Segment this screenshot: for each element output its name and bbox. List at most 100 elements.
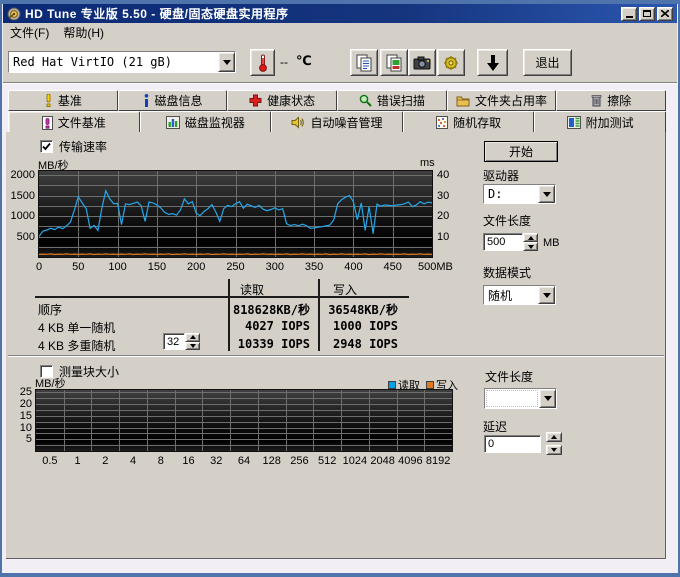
minimize-icon <box>626 16 633 18</box>
tab-benchmark[interactable]: 基准 <box>8 90 118 111</box>
axis-tick-label: 4096 <box>395 455 425 467</box>
chevron-down-icon <box>223 60 231 65</box>
chevron-down-icon <box>543 293 551 298</box>
file-length-spinner[interactable]: 500 <box>483 233 538 251</box>
tab-erase[interactable]: 擦除 <box>556 90 666 111</box>
exit-button[interactable]: 退出 <box>523 49 572 76</box>
close-icon <box>661 10 669 17</box>
drive-select-value: Red Hat VirtIO (21 gB) <box>9 52 218 72</box>
axis-tick-label: 20 <box>10 398 32 410</box>
axis-tick-label: 1000 <box>7 210 35 222</box>
queue-depth-spinner[interactable]: 32 <box>163 333 200 350</box>
delay-label: 延迟 <box>483 418 507 435</box>
axis-tick-label: 1500 <box>7 190 35 202</box>
axis-tick-label: 5 <box>10 433 32 445</box>
axis-tick-label: 30 <box>437 190 449 202</box>
file-length-unit: MB <box>543 237 560 249</box>
spin-up-icon <box>528 236 534 240</box>
start-button[interactable]: 开始 <box>484 141 558 162</box>
tab-row-front: 文件基准 磁盘监视器 自动噪音管理 随机 <box>8 111 666 133</box>
temperature-button[interactable] <box>250 49 275 76</box>
file-length-up-button[interactable] <box>523 233 538 242</box>
screenshot-button[interactable] <box>408 49 436 76</box>
toolbar: Red Hat VirtIO (21 gB) -- ℃ <box>3 41 677 84</box>
delay-up-button[interactable] <box>546 432 562 442</box>
axis-tick-label: 2 <box>90 455 120 467</box>
delay-down-button[interactable] <box>546 445 562 455</box>
tab-extra-tests[interactable]: 附加测试 <box>534 111 666 133</box>
hdtune-window: HD Tune 专业版 5.50 - 硬盘/固态硬盘实用程序 文件(F) 帮助(… <box>0 0 680 577</box>
tab-random-access[interactable]: 随机存取 <box>403 111 535 133</box>
axis-tick-label: 350 <box>299 261 329 273</box>
block-size-label: 测量块大小 <box>59 363 119 380</box>
axis-tick-label: 16 <box>174 455 204 467</box>
health-cross-icon <box>249 94 262 107</box>
window-frame-bottom <box>0 573 680 577</box>
axis-tick-label: 100 <box>103 261 133 273</box>
axis-tick-label: 64 <box>229 455 259 467</box>
row-4k-single-write: 1000 IOPS <box>288 319 398 333</box>
data-mode-arrow[interactable] <box>538 286 555 304</box>
options-gear-icon <box>443 55 459 71</box>
spin-down-icon <box>190 344 196 348</box>
tab-error-scan[interactable]: 错误扫描 <box>337 90 447 111</box>
queue-depth-up-button[interactable] <box>185 333 200 342</box>
axis-tick-label: 300 <box>260 261 290 273</box>
tab-disk-info[interactable]: 磁盘信息 <box>118 90 228 111</box>
save-results-button[interactable] <box>477 49 508 76</box>
extra-tests-icon <box>567 116 581 129</box>
file-length-value[interactable]: 500 <box>483 233 523 251</box>
minimize-button[interactable] <box>621 7 637 21</box>
tab-folder-usage[interactable]: 文件夹占用率 <box>447 90 557 111</box>
tab-health[interactable]: 健康状态 <box>227 90 337 111</box>
axis-tick-label: 250 <box>221 261 251 273</box>
spin-up-icon <box>551 435 557 439</box>
window-frame-left <box>0 0 2 577</box>
menu-help[interactable]: 帮助(H) <box>56 23 111 42</box>
queue-depth-down-button[interactable] <box>185 342 200 351</box>
axis-tick-label: 1 <box>63 455 93 467</box>
tab-file-benchmark[interactable]: 文件基准 <box>8 111 140 133</box>
transfer-rate-chart: 5001000150020001020304005010015020025030… <box>38 170 433 258</box>
axis-tick-label: 450 <box>378 261 408 273</box>
drive-select[interactable]: Red Hat VirtIO (21 gB) <box>8 51 236 73</box>
tab-label: 文件夹占用率 <box>475 92 547 109</box>
axis-tick-label: 4 <box>118 455 148 467</box>
axis-tick-label: 400 <box>338 261 368 273</box>
axis-tick-label: 32 <box>201 455 231 467</box>
file-length-down-button[interactable] <box>523 242 538 251</box>
transfer-rate-checkbox-row: 传输速率 <box>40 138 107 155</box>
drive-label: 驱动器 <box>483 167 519 184</box>
menu-file[interactable]: 文件(F) <box>3 23 56 42</box>
tab-label: 擦除 <box>607 92 631 109</box>
axis-tick-label: 10 <box>10 422 32 434</box>
title-bar[interactable]: HD Tune 专业版 5.50 - 硬盘/固态硬盘实用程序 <box>3 4 677 23</box>
options-button[interactable] <box>437 49 465 76</box>
copy-image-button[interactable] <box>380 49 408 76</box>
block-file-length-select[interactable]: 64 KB <box>484 388 557 409</box>
benchmark-icon <box>44 94 53 107</box>
data-mode-value: 随机 <box>484 286 538 304</box>
block-file-length-label: 文件长度 <box>485 368 533 385</box>
tab-aam[interactable]: 自动噪音管理 <box>271 111 403 133</box>
data-mode-select[interactable]: 随机 <box>483 285 556 305</box>
copy-text-button[interactable] <box>350 49 378 76</box>
copy-text-icon <box>356 54 373 72</box>
transfer-rate-checkbox[interactable] <box>40 140 53 153</box>
app-icon <box>7 7 21 21</box>
drive-select-arrow[interactable] <box>218 52 235 72</box>
top-chart-yright-title: ms <box>420 157 435 169</box>
row-sequential-label: 顺序 <box>38 301 62 318</box>
toolbar-separator <box>3 82 677 84</box>
queue-depth-value[interactable]: 32 <box>163 333 185 350</box>
tab-disk-monitor[interactable]: 磁盘监视器 <box>140 111 272 133</box>
target-drive-arrow[interactable] <box>538 185 555 203</box>
maximize-button[interactable] <box>639 7 655 21</box>
delay-input[interactable]: 0 <box>484 435 541 453</box>
block-file-length-arrow[interactable] <box>539 389 556 408</box>
target-drive-select[interactable]: D: <box>483 184 556 204</box>
file-length-label: 文件长度 <box>483 212 531 229</box>
close-button[interactable] <box>657 7 673 21</box>
block-file-length-value: 64 KB <box>485 389 539 408</box>
tab-label: 错误扫描 <box>377 92 425 109</box>
